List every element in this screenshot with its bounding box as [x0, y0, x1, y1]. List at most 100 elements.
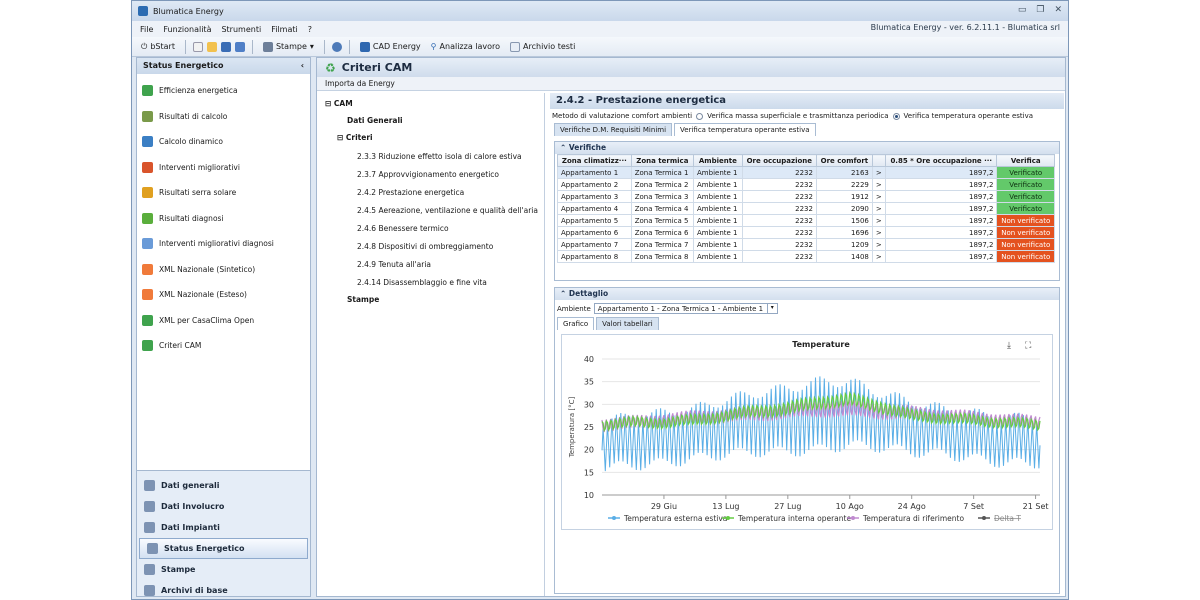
table-cell: 1897,2: [885, 226, 998, 239]
sidebar-section-button[interactable]: Dati generali: [137, 475, 310, 496]
tree-node-criterio[interactable]: 2.4.14 Disassemblaggio e fine vita: [357, 278, 487, 287]
sidebar-item[interactable]: Risultati di calcolo: [137, 104, 310, 130]
menu-funzionalita[interactable]: Funzionalità: [163, 25, 211, 34]
analizza-lavoro-button[interactable]: ⚲ Analizza lavoro: [428, 41, 503, 52]
table-cell: 1696: [815, 226, 873, 239]
ambiente-select[interactable]: Appartamento 1 - Zona Termica 1 - Ambien…: [593, 303, 778, 314]
tree-node-criterio[interactable]: 2.4.2 Prestazione energetica: [357, 188, 464, 197]
column-header[interactable]: Verifica: [996, 154, 1055, 167]
column-header[interactable]: Zona termica: [630, 154, 695, 167]
menu-strumenti[interactable]: Strumenti: [221, 25, 261, 34]
menu-file[interactable]: File: [140, 25, 153, 34]
wall-icon: [144, 501, 155, 512]
table-row[interactable]: Appartamento 4 Zona Termica 4 Ambiente 1 22…: [557, 202, 1055, 215]
sidebar-section-button[interactable]: Stampe: [137, 559, 310, 580]
table-cell: Zona Termica 2: [630, 178, 695, 191]
collapse-sidebar-button[interactable]: ‹: [301, 61, 304, 71]
sidebar-section-button[interactable]: Status Energetico: [139, 538, 308, 559]
sidebar-item[interactable]: Efficienza energetica: [137, 78, 310, 104]
table-row[interactable]: Appartamento 5 Zona Termica 5 Ambiente 1 22…: [557, 214, 1055, 227]
table-cell: 2232: [741, 178, 817, 191]
column-header[interactable]: Zona climatizz···: [557, 154, 632, 167]
tree-node-criterio[interactable]: 2.4.6 Benessere termico: [357, 224, 449, 233]
table-cell: Non verificato: [996, 214, 1055, 227]
tree-node-stampe[interactable]: Stampe: [347, 295, 379, 304]
tree-node-criterio[interactable]: 2.3.3 Riduzione effetto isola di calore …: [357, 152, 522, 161]
tree-node-criteri[interactable]: ⊟ Criteri: [337, 133, 373, 142]
archivio-testi-button[interactable]: Archivio testi: [507, 41, 578, 53]
sidebar-section-button[interactable]: Dati Impianti: [137, 517, 310, 538]
tree-node-criterio[interactable]: 2.4.9 Tenuta all'aria: [357, 260, 431, 269]
sidebar-item[interactable]: Risultati diagnosi: [137, 206, 310, 232]
legend-item[interactable]: Temperatura esterna estiva: [608, 514, 727, 523]
calculator-icon: [142, 110, 153, 122]
sidebar-section-label: Stampe: [161, 565, 196, 574]
sidebar-item[interactable]: XML per CasaClima Open: [137, 308, 310, 334]
open-folder-icon[interactable]: [206, 41, 217, 52]
table-row[interactable]: Appartamento 7 Zona Termica 7 Ambiente 1 22…: [557, 238, 1055, 251]
cad-energy-button[interactable]: CAD Energy: [357, 41, 424, 53]
restore-icon[interactable]: ❐: [1036, 5, 1044, 15]
bstart-button[interactable]: ⏻ bStart: [138, 41, 178, 53]
sidebar-item[interactable]: XML Nazionale (Esteso): [137, 282, 310, 308]
main-area: ♻ Criteri CAM Importa da Energy ⊟ CAM Da…: [316, 57, 1066, 597]
sidebar-item[interactable]: Interventi migliorativi diagnosi: [137, 231, 310, 257]
legend-item[interactable]: Temperatura di riferimento: [847, 514, 964, 523]
table-row[interactable]: Appartamento 1 Zona Termica 1 Ambiente 1 22…: [557, 166, 1055, 179]
sidebar-item[interactable]: Interventi migliorativi: [137, 155, 310, 181]
stampe-button[interactable]: Stampe ▾: [260, 41, 317, 53]
table-cell: Ambiente 1: [693, 250, 743, 263]
save-as-icon[interactable]: [234, 41, 245, 52]
menu-bar: File Funzionalità Strumenti Filmati ? Bl…: [132, 21, 1068, 37]
y-axis-label: Temperatura [°C]: [568, 396, 576, 458]
fullscreen-icon[interactable]: ⛶: [1024, 340, 1032, 351]
column-header[interactable]: Ambiente: [693, 154, 743, 167]
sidebar-section-button[interactable]: Dati Involucro: [137, 496, 310, 517]
method-option-massa-radio[interactable]: [696, 112, 704, 120]
dettaglio-header[interactable]: ⌃ Dettaglio: [555, 288, 1059, 300]
recycle-icon: ♻: [325, 60, 336, 75]
minimize-icon[interactable]: ▭: [1018, 5, 1027, 15]
sidebar-item[interactable]: Risultati serra solare: [137, 180, 310, 206]
tree-node-criterio[interactable]: 2.3.7 Approvvigionamento energetico: [357, 170, 499, 179]
sidebar-item[interactable]: Criteri CAM: [137, 333, 310, 359]
table-row[interactable]: Appartamento 3 Zona Termica 3 Ambiente 1 22…: [557, 190, 1055, 203]
tree-node-cam[interactable]: ⊟ CAM: [325, 99, 353, 108]
menu-filmati[interactable]: Filmati: [271, 25, 298, 34]
tab-grafico[interactable]: Grafico: [557, 317, 595, 330]
new-file-icon[interactable]: [192, 41, 203, 52]
tab-verifica-temperatura[interactable]: Verifica temperatura operante estiva: [674, 123, 816, 136]
method-option-temperatura-radio[interactable]: [892, 112, 900, 120]
x-tick-label: 27 Lug: [774, 502, 801, 511]
column-header[interactable]: [871, 154, 887, 167]
save-icon[interactable]: [220, 41, 231, 52]
sidebar-section-button[interactable]: Archivi di base: [137, 580, 310, 599]
legend-item[interactable]: Temperatura interna operante: [722, 514, 851, 523]
sidebar-item[interactable]: Calcolo dinamico: [137, 129, 310, 155]
sidebar-item[interactable]: XML Nazionale (Sintetico): [137, 257, 310, 283]
table-row[interactable]: Appartamento 6 Zona Termica 6 Ambiente 1 22…: [557, 226, 1055, 239]
column-header[interactable]: Ore occupazione: [741, 154, 817, 167]
close-icon[interactable]: ✕: [1054, 5, 1062, 15]
legend-item[interactable]: Delta T: [978, 514, 1021, 523]
column-header[interactable]: Ore comfort: [815, 154, 873, 167]
tree-node-criterio[interactable]: 2.4.8 Dispositivi di ombreggiamento: [357, 242, 493, 251]
tab-valori-tabellari[interactable]: Valori tabellari: [596, 317, 659, 330]
table-row[interactable]: Appartamento 2 Zona Termica 2 Ambiente 1 22…: [557, 178, 1055, 191]
main-header: ♻ Criteri CAM: [317, 58, 1065, 77]
tree-node-dati-generali[interactable]: Dati Generali: [347, 116, 403, 125]
menu-help[interactable]: ?: [308, 25, 312, 34]
column-header[interactable]: 0.85 * Ore occupazione ···: [885, 154, 998, 167]
download-icon[interactable]: ⤓: [1007, 341, 1011, 351]
toolbar-divider: [184, 39, 186, 54]
app-window: Blumatica Energy ▭ ❐ ✕ File Funzionalità…: [131, 0, 1069, 600]
settings-icon[interactable]: [331, 41, 342, 52]
tab-verifiche-requisiti[interactable]: Verifiche D.M. Requisiti Minimi: [554, 123, 673, 136]
sidebar-item-label: Interventi migliorativi diagnosi: [159, 239, 274, 249]
sidebar-section-label: Status Energetico: [164, 544, 245, 553]
import-energy-button[interactable]: Importa da Energy: [325, 79, 395, 88]
verifiche-header[interactable]: ⌃ Verifiche: [555, 142, 1059, 154]
tree-node-criterio[interactable]: 2.4.5 Aereazione, ventilazione e qualità…: [357, 206, 538, 215]
table-cell: Appartamento 5: [557, 214, 632, 227]
table-row[interactable]: Appartamento 8 Zona Termica 8 Ambiente 1 22…: [557, 250, 1055, 263]
